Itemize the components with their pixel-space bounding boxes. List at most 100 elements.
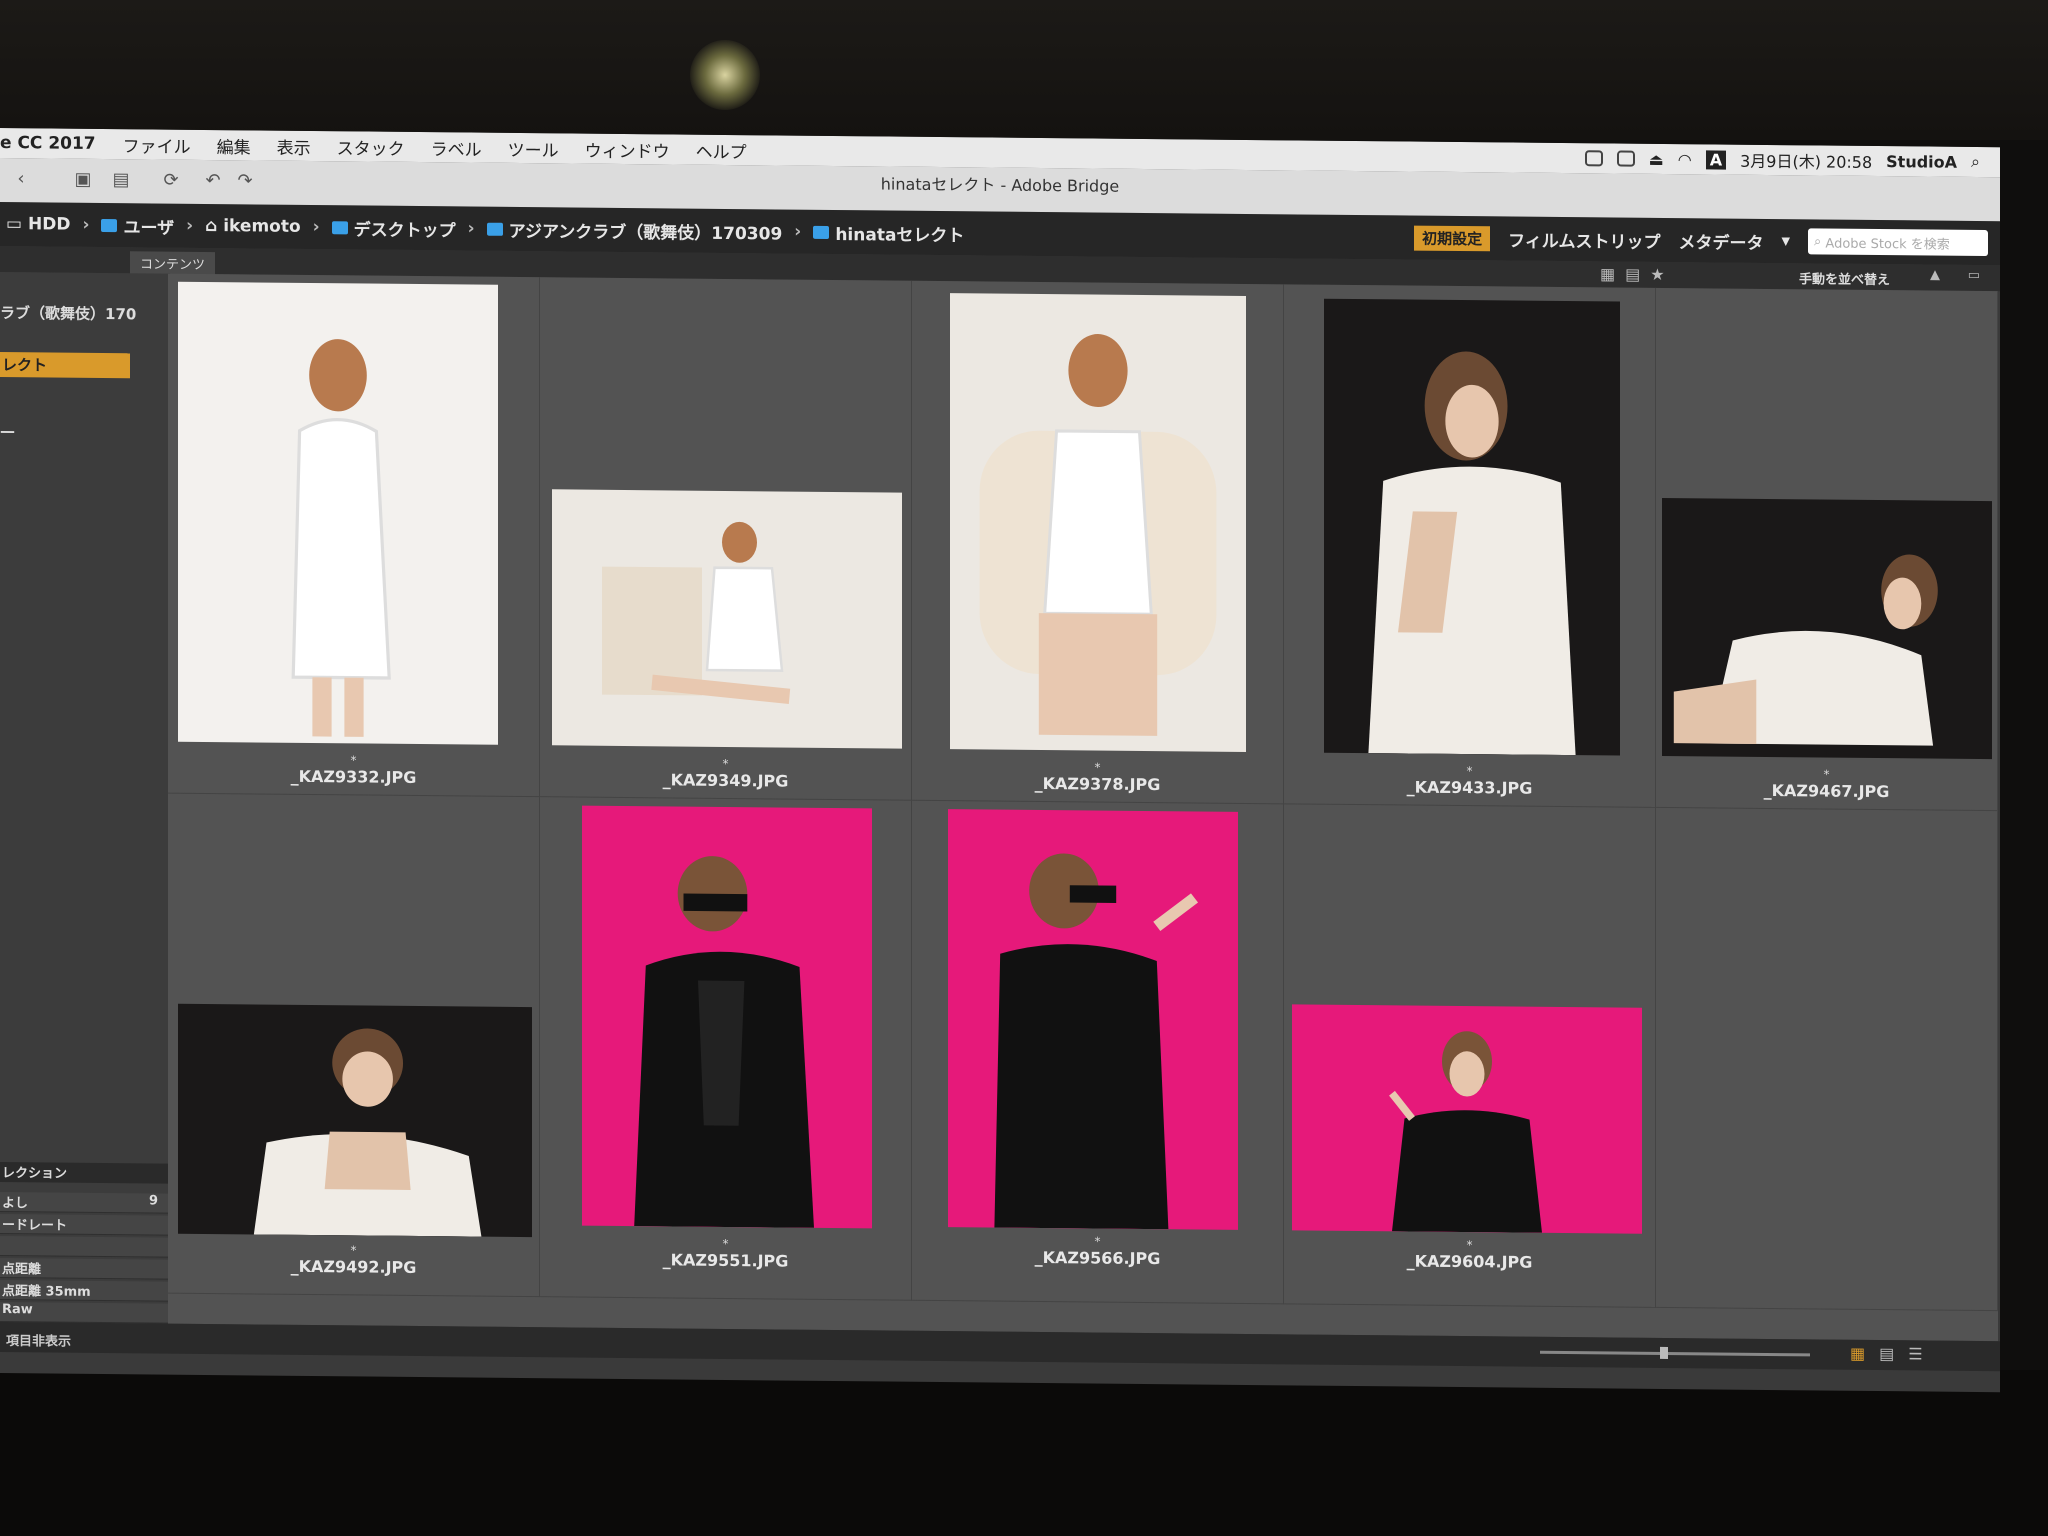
menu-tools[interactable]: ツール <box>495 135 572 161</box>
breadcrumb-hdd[interactable]: ▭ HDD › <box>0 214 95 235</box>
breadcrumb-desktop[interactable]: デスクトップ › <box>326 215 481 241</box>
drive-icon: ▭ <box>6 214 23 235</box>
thumbnail-cell[interactable]: * _KAZ9492.JPG <box>168 793 540 1298</box>
tree-line: — <box>0 422 15 441</box>
thumbnail-cell[interactable]: * _KAZ9332.JPG <box>168 273 540 798</box>
user-name[interactable]: StudioA <box>1886 152 1957 172</box>
grid-view-icon[interactable]: ▦ <box>1850 1344 1879 1363</box>
wifi-icon[interactable]: ◠ <box>1678 150 1692 169</box>
ceiling-lamp <box>690 40 760 110</box>
breadcrumb-label: ユーザ <box>123 217 175 239</box>
app-menu[interactable]: e CC 2017 <box>0 133 110 154</box>
thumbnail-filename[interactable]: _KAZ9492.JPG <box>168 1256 539 1279</box>
sort-dropdown[interactable]: 手動を並べ替え <box>1799 268 1890 288</box>
breadcrumb-label: デスクトップ <box>353 219 456 241</box>
filter-row[interactable]: 点距離 <box>0 1258 168 1280</box>
thumbnail-cell[interactable]: * _KAZ9566.JPG <box>912 800 1284 1305</box>
grid-quality-icon[interactable]: ▦ <box>1600 264 1625 283</box>
camera-import-icon[interactable]: ▣ <box>70 169 96 191</box>
list-view-icon[interactable]: ☰ <box>1908 1344 1936 1363</box>
filter-count: 9 <box>148 1193 158 1209</box>
menu-label[interactable]: ラベル <box>418 135 495 161</box>
back-icon[interactable]: ‹ <box>8 168 34 190</box>
eject-icon[interactable]: ⏏ <box>1649 149 1664 168</box>
thumbnail-image <box>950 293 1246 752</box>
monitor-screen: e CC 2017 ファイル 編集 表示 スタック ラベル ツール ウィンドウ … <box>0 128 2000 1393</box>
status-menus: ⏏ ◠ A 3月9日(木) 20:58 StudioA ⌕ <box>1584 146 2000 174</box>
breadcrumb-users[interactable]: ユーザ › <box>95 212 199 238</box>
folders-panel: ラブ（歌舞伎）170 レクト — レクション よし 9 ードレート 点距離 点距… <box>0 272 170 1324</box>
breadcrumb-label: ikemoto <box>223 216 301 237</box>
details-view-icon[interactable]: ▤ <box>1879 1344 1908 1363</box>
search-icon: ⌕ <box>1814 233 1822 249</box>
menu-edit[interactable]: 編集 <box>204 132 264 158</box>
breadcrumb-label: HDD <box>27 214 71 235</box>
thumbnail-cell[interactable]: * _KAZ9467.JPG <box>1656 287 1998 812</box>
document-icon[interactable]: ▤ <box>108 169 134 191</box>
menu-help[interactable]: ヘルプ <box>683 137 760 163</box>
thumbnail-size-slider[interactable] <box>1540 1346 1810 1360</box>
rotate-right-icon[interactable]: ↷ <box>232 170 258 192</box>
thumbnail-image <box>552 489 902 749</box>
thumbnail-filename[interactable]: _KAZ9349.JPG <box>540 769 911 792</box>
filter-row[interactable]: ードレート <box>0 1214 168 1236</box>
creative-cloud-icon[interactable] <box>1584 150 1603 167</box>
thumbnail-image <box>582 805 872 1229</box>
filter-row[interactable] <box>0 1236 168 1258</box>
thumbnail-image <box>178 1003 532 1238</box>
thumbnail-filename[interactable]: _KAZ9467.JPG <box>1656 780 1997 802</box>
star-filter-icon[interactable]: ★ <box>1650 265 1674 284</box>
folder-icon <box>486 222 503 236</box>
breadcrumb-project[interactable]: アジアンクラブ（歌舞伎）170309 › <box>481 216 808 244</box>
thumbnail-image <box>1324 298 1620 756</box>
menu-window[interactable]: ウィンドウ <box>572 136 683 162</box>
sync-icon[interactable] <box>1616 150 1635 167</box>
view-mode-buttons: ▦▤☰ <box>1850 1344 1937 1364</box>
thumbnail-filename[interactable]: _KAZ9332.JPG <box>168 766 539 789</box>
thumbnail-filename[interactable]: _KAZ9566.JPG <box>912 1247 1283 1270</box>
input-mode-icon[interactable]: A <box>1705 149 1727 170</box>
folder-tree-item[interactable]: ラブ（歌舞伎）170 <box>0 302 136 324</box>
menu-stack[interactable]: スタック <box>324 134 418 160</box>
breadcrumb-current[interactable]: hinataセレクト <box>807 219 970 246</box>
thumbnail-cell[interactable]: * _KAZ9349.JPG <box>540 277 912 801</box>
breadcrumb-label: hinataセレクト <box>835 224 965 246</box>
filter-row[interactable]: Raw <box>0 1302 168 1324</box>
stock-search-input[interactable]: ⌕ Adobe Stock を検索 <box>1808 228 1988 257</box>
thumbnail-filename[interactable]: _KAZ9551.JPG <box>540 1249 911 1272</box>
filter-row[interactable]: よし 9 <box>0 1192 168 1214</box>
filter-row[interactable]: 点距離 35mm <box>0 1280 168 1302</box>
thumbnail-filename[interactable]: _KAZ9604.JPG <box>1284 1250 1655 1273</box>
thumbnail-cell[interactable]: * _KAZ9378.JPG <box>912 280 1284 805</box>
workspace-filmstrip[interactable]: フィルムストリップ <box>1508 226 1660 252</box>
folder-icon <box>331 220 348 234</box>
thumbnail-filename[interactable]: _KAZ9433.JPG <box>1284 776 1655 799</box>
thumbnail-cell[interactable]: * _KAZ9551.JPG <box>540 797 912 1301</box>
spotlight-search-icon[interactable]: ⌕ <box>1971 152 1980 172</box>
thumbnail-image <box>178 281 498 745</box>
tab-content[interactable]: コンテンツ <box>130 251 216 276</box>
collections-panel-header[interactable]: レクション <box>0 1162 168 1184</box>
rotate-left-icon[interactable]: ↶ <box>200 170 226 192</box>
menu-file[interactable]: ファイル <box>110 132 204 158</box>
sort-ascending-icon[interactable]: ▲ <box>1930 268 1940 283</box>
thumbnail-cell[interactable]: * _KAZ9433.JPG <box>1284 284 1656 808</box>
new-folder-icon[interactable]: ▭ <box>1968 268 1980 283</box>
clock[interactable]: 3月9日(木) 20:58 <box>1740 148 1872 173</box>
monitor-bezel <box>0 1370 2048 1536</box>
chevron-down-icon[interactable]: ▾ <box>1781 231 1790 251</box>
menu-view[interactable]: 表示 <box>264 133 324 159</box>
folder-icon <box>101 218 118 232</box>
slider-knob[interactable] <box>1660 1346 1668 1360</box>
workspace-metadata[interactable]: メタデータ <box>1678 228 1763 254</box>
filter-label: ードレート <box>2 1218 68 1234</box>
breadcrumb-home[interactable]: ⌂ ikemoto › <box>199 216 326 237</box>
workspace-essentials[interactable]: 初期設定 <box>1414 225 1491 251</box>
folder-tree-item-selected[interactable]: レクト <box>0 352 130 379</box>
refine-icon[interactable]: ⟳ <box>158 170 184 192</box>
hide-items-label[interactable]: 項目非表示 <box>6 1330 71 1350</box>
thumbnail-filename[interactable]: _KAZ9378.JPG <box>912 773 1283 796</box>
thumbnail-cell[interactable]: * _KAZ9604.JPG <box>1284 804 1656 1308</box>
thumbnail-view-icon[interactable]: ▤ <box>1625 265 1650 284</box>
content-panel: * _KAZ9332.JPG * _KAZ9349.JPG * _KAZ9378… <box>168 273 1998 1342</box>
